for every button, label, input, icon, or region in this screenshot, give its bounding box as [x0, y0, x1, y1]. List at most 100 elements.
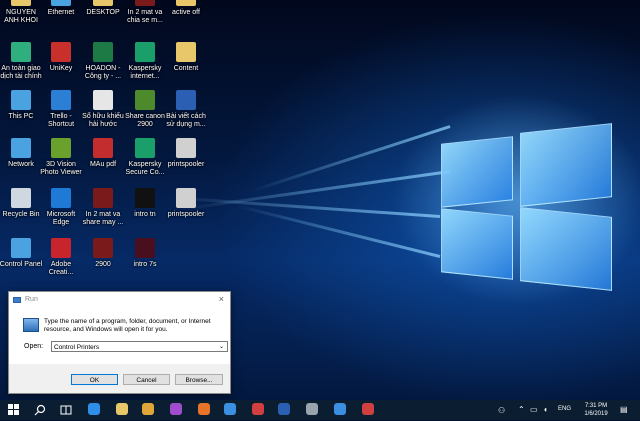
shield-app-icon	[11, 42, 31, 62]
desktop-icon[interactable]: Sổ hữu khiếu hài hước	[79, 90, 127, 129]
desktop-icon-label: 2900	[95, 261, 111, 268]
windows-logo-pane	[520, 207, 612, 291]
clock-time: 7:31 PM	[584, 403, 608, 409]
kaspersky-icon	[135, 42, 155, 62]
cancel-button[interactable]: Cancel	[123, 374, 170, 385]
notifications-icon[interactable]: ▤	[620, 405, 628, 414]
search-icon[interactable]	[34, 403, 48, 417]
unikey-icon	[51, 42, 71, 62]
printer-icon	[176, 138, 196, 158]
adobe-cc-icon	[51, 238, 71, 258]
desktop-icon-label: Ethernet	[47, 9, 75, 16]
desktop-icon[interactable]: In 2 mat va share may ...	[79, 188, 127, 227]
nvidia-icon	[51, 138, 71, 158]
word-icon[interactable]	[278, 403, 290, 415]
desktop-icon[interactable]: 3D Vision Photo Viewer	[37, 138, 85, 177]
desktop-icon[interactable]: Bài viết cách sử dụng m...	[162, 90, 210, 129]
excel-file-icon	[93, 42, 113, 62]
open-input[interactable]: Control Printers	[54, 344, 99, 351]
desktop-icon-label: printspooler	[167, 211, 205, 218]
document-icon	[93, 90, 113, 110]
windows-logo-pane	[441, 136, 513, 208]
video-file-icon	[135, 238, 155, 258]
open-label: Open:	[24, 343, 44, 350]
desktop-icon[interactable]: Trello - Shortcut	[37, 90, 85, 129]
pdf-file-icon	[93, 138, 113, 158]
folder-icon	[176, 42, 196, 62]
windows-start-icon[interactable]	[8, 403, 22, 417]
close-button[interactable]: ×	[219, 294, 224, 304]
desktop-icon[interactable]: printspooler	[162, 138, 210, 169]
desktop-icon-label: Microsoft Edge	[46, 211, 76, 226]
run-dialog-title: Run	[25, 296, 38, 303]
folder-icon	[176, 0, 196, 6]
desktop-icon-label: In 2 mat va share may ...	[82, 211, 124, 226]
chrome-icon[interactable]	[142, 403, 154, 415]
desktop-icon-label: 3D Vision Photo Viewer	[40, 161, 82, 176]
desktop-icon[interactable]: intro 7s	[121, 238, 169, 269]
light-beam	[182, 170, 451, 211]
file-explorer-icon[interactable]	[116, 403, 128, 415]
desktop-icon[interactable]: UniKey	[37, 42, 85, 73]
task-view-icon[interactable]	[60, 403, 74, 417]
desktop-icon-label: DESKTOP	[86, 9, 120, 16]
light-beam	[170, 196, 441, 218]
store-icon[interactable]	[224, 403, 236, 415]
tray-chevron-icon[interactable]: ⌃	[518, 405, 525, 414]
app-icon[interactable]	[362, 403, 374, 415]
this-pc-icon	[11, 90, 31, 110]
desktop-icon-label: MAu pdf	[89, 161, 117, 168]
app-icon[interactable]	[334, 403, 346, 415]
desktop-icon-label: active off	[172, 9, 200, 16]
edge-icon	[51, 188, 71, 208]
control-panel-icon	[11, 238, 31, 258]
desktop-icon-label: Bài viết cách sử dụng m...	[166, 113, 206, 128]
trello-icon	[51, 90, 71, 110]
taskbar: ⚇ ⌃ ▭ ◖ ENG 7:31 PM 1/6/2019 ▤	[0, 400, 640, 420]
desktop-icon[interactable]: printspooler	[162, 188, 210, 219]
language-indicator[interactable]: ENG	[558, 406, 571, 412]
desktop-icon[interactable]: Microsoft Edge	[37, 188, 85, 227]
remote-desktop-icon[interactable]	[306, 403, 318, 415]
desktop-icon[interactable]: DESKTOP	[79, 0, 127, 17]
video-file-icon	[93, 188, 113, 208]
user-folder-icon	[11, 0, 31, 6]
desktop-icon[interactable]: MAu pdf	[79, 138, 127, 169]
run-dialog: Run × Type the name of a program, folder…	[8, 291, 231, 394]
network-icon	[51, 0, 71, 6]
firefox-icon[interactable]	[170, 403, 182, 415]
browse-button[interactable]: Browse...	[175, 374, 223, 385]
word-file-icon	[176, 90, 196, 110]
firefox-icon[interactable]	[198, 403, 210, 415]
printer-icon	[176, 188, 196, 208]
edge-icon[interactable]	[88, 403, 100, 415]
desktop-icon-label: HOADON - Công ty - ...	[84, 65, 122, 80]
people-icon[interactable]: ⚇	[498, 406, 505, 415]
open-combobox[interactable]: Control Printers ⌄	[51, 341, 228, 352]
run-dialog-footer: OK Cancel Browse...	[9, 364, 230, 393]
video-file-icon	[135, 0, 155, 6]
network-globe-icon	[11, 138, 31, 158]
desktop-icon[interactable]: 2900	[79, 238, 127, 269]
clock[interactable]: 7:31 PM 1/6/2019	[578, 402, 614, 418]
windows-logo-pane	[520, 123, 612, 207]
folder-icon	[93, 0, 113, 6]
desktop-icon[interactable]: Content	[162, 42, 210, 73]
desktop-icon[interactable]: Ethernet	[37, 0, 85, 17]
windows-logo-pane	[441, 208, 513, 280]
desktop-icon-label: Trello - Shortcut	[47, 113, 75, 128]
network-tray-icon[interactable]: ▭	[530, 405, 538, 414]
run-title-icon	[13, 297, 21, 303]
video-file-icon	[93, 238, 113, 258]
desktop-icon[interactable]: active off	[162, 0, 210, 17]
clock-date: 1/6/2019	[584, 411, 608, 417]
chevron-down-icon[interactable]: ⌄	[219, 342, 224, 353]
recycle-bin-icon	[11, 188, 31, 208]
ok-button[interactable]: OK	[71, 374, 118, 385]
mail-icon[interactable]	[252, 403, 264, 415]
kaspersky-secure-icon	[135, 138, 155, 158]
desktop-icon[interactable]: Adobe Creati...	[37, 238, 85, 277]
video-file-icon	[135, 188, 155, 208]
volume-icon[interactable]: ◖	[543, 405, 548, 414]
desktop-icon[interactable]: HOADON - Công ty - ...	[79, 42, 127, 81]
